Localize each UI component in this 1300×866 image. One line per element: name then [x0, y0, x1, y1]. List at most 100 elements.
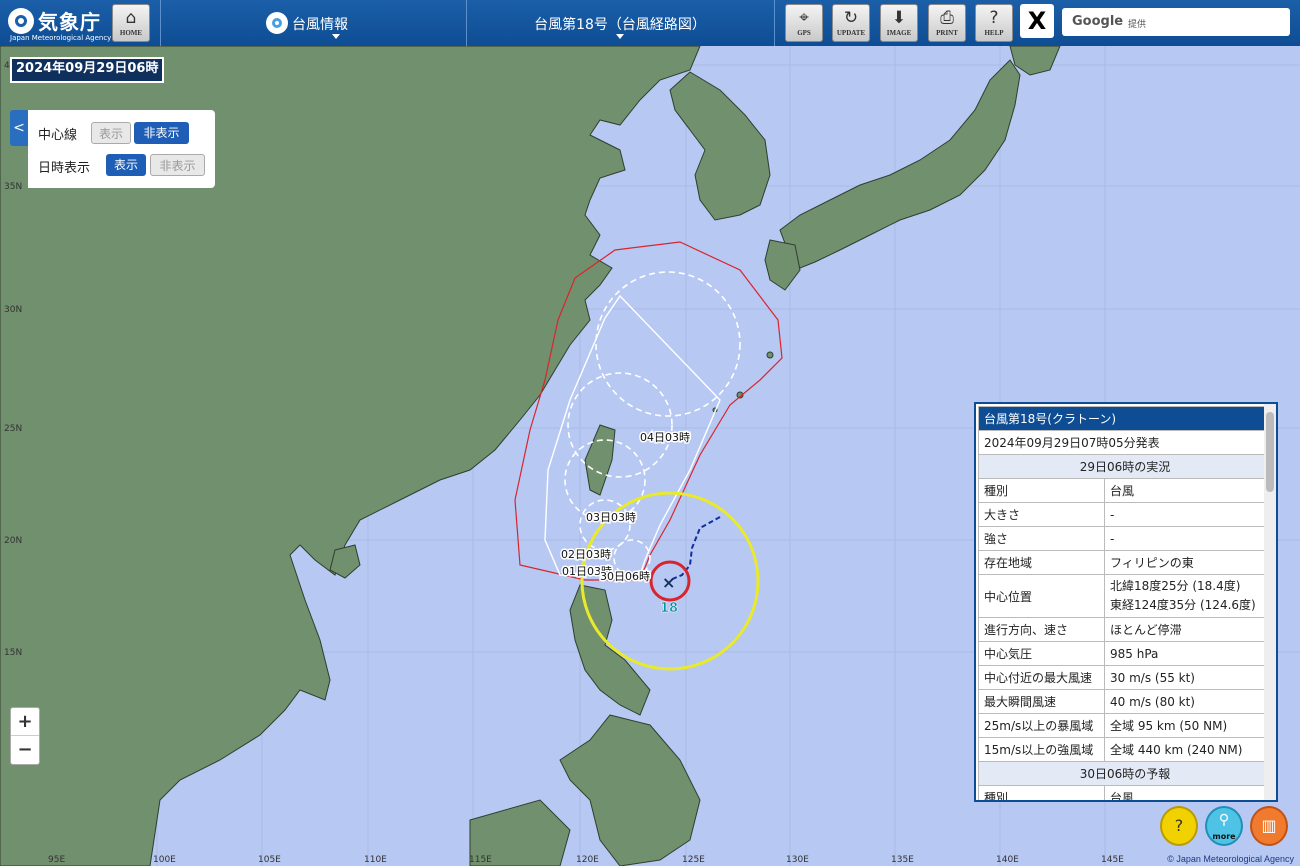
- forecast-time-label: 02日03時: [561, 548, 611, 561]
- info-row: 種別 台風: [978, 785, 1272, 800]
- info-row: 中心位置 北緯18度25分 (18.4度) 東経124度35分 (124.6度): [978, 574, 1272, 618]
- home-button[interactable]: ⌂ HOME: [112, 4, 150, 42]
- lon-label: 140E: [996, 855, 1019, 865]
- image-label: IMAGE: [886, 29, 912, 37]
- section-forecast: 30日06時の予報: [978, 761, 1272, 786]
- more-label: more: [1212, 832, 1236, 841]
- guide-button[interactable]: ?: [1160, 806, 1198, 846]
- forecast-time-label: 04日03時: [640, 431, 690, 444]
- print-button[interactable]: ⎙ PRINT: [928, 4, 966, 42]
- google-provided-label: 提供: [1128, 20, 1147, 30]
- typhoon-center-mark: ×: [662, 573, 675, 592]
- center-lon: 東経124度35分 (124.6度): [1110, 598, 1256, 612]
- typhoon-icon: [266, 12, 288, 34]
- chevron-left-icon: <: [13, 120, 25, 136]
- agency-name-jp: 気象庁: [38, 10, 101, 34]
- gps-button[interactable]: ⌖ GPS: [785, 4, 823, 42]
- typhoon-track-menu[interactable]: 台風第18号（台風経路図）: [470, 8, 770, 44]
- home-icon: ⌂: [125, 8, 137, 28]
- divider: [160, 0, 161, 46]
- lon-label: 120E: [576, 855, 599, 865]
- divider: [774, 0, 775, 46]
- agency-name-en: Japan Meteorological Agency: [10, 34, 112, 42]
- issued-time: 2024年09月29日07時05分発表: [978, 430, 1272, 455]
- center-line-show-button[interactable]: 表示: [91, 122, 131, 144]
- scrollbar-thumb[interactable]: [1266, 412, 1274, 492]
- collapse-panel-button[interactable]: <: [10, 110, 28, 146]
- info-row: 強さ -: [978, 526, 1272, 551]
- lon-label: 115E: [469, 855, 492, 865]
- zoom-control: + −: [10, 707, 40, 765]
- section-actual: 29日06時の実況: [978, 454, 1272, 479]
- info-row: 存在地域 フィリピンの東: [978, 550, 1272, 575]
- chevron-down-icon: [332, 34, 340, 39]
- ryukyu-island: [766, 351, 774, 359]
- home-label: HOME: [119, 29, 143, 37]
- lon-label: 125E: [682, 855, 705, 865]
- lon-label: 105E: [258, 855, 281, 865]
- info-scrollbar[interactable]: [1264, 404, 1276, 800]
- download-icon: ⬇: [891, 8, 907, 28]
- center-line-label: 中心線: [38, 128, 78, 143]
- lon-label: 95E: [48, 855, 65, 865]
- google-logo: Google: [1072, 14, 1124, 29]
- update-label: UPDATE: [836, 29, 866, 37]
- typhoon-info-label: 台風情報: [292, 17, 348, 33]
- lat-label: 15N: [4, 648, 22, 658]
- more-button[interactable]: ⚲ more: [1205, 806, 1243, 846]
- forecast-time-label: 30日06時: [600, 570, 650, 583]
- info-row: 最大瞬間風速 40 m/s (80 kt): [978, 689, 1272, 714]
- question-icon: ?: [989, 8, 999, 28]
- lon-label: 100E: [153, 855, 176, 865]
- typhoon-number: 18: [660, 601, 678, 616]
- jma-logo[interactable]: 気象庁 Japan Meteorological Agency: [8, 4, 111, 42]
- datetime-hide-button[interactable]: 非表示: [150, 154, 205, 176]
- center-line-hide-button[interactable]: 非表示: [134, 122, 189, 144]
- manual-button[interactable]: ▥: [1250, 806, 1288, 846]
- typhoon-info-menu[interactable]: 台風情報: [262, 8, 372, 44]
- lat-label: 35N: [4, 182, 22, 192]
- forecast-time-label: 03日03時: [586, 511, 636, 524]
- lon-label: 110E: [364, 855, 387, 865]
- jma-logo-icon: [8, 8, 34, 34]
- center-lat: 北緯18度25分 (18.4度): [1110, 579, 1241, 593]
- typhoon-info-panel[interactable]: 台風第18号(クラトーン) 2024年09月29日07時05分発表 29日06時…: [974, 402, 1278, 802]
- info-row: 中心付近の最大風速 30 m/s (55 kt): [978, 665, 1272, 690]
- info-row: 中心気圧 985 hPa: [978, 641, 1272, 666]
- typhoon-title: 台風第18号(クラトーン): [978, 406, 1272, 431]
- help-button[interactable]: ? HELP: [975, 4, 1013, 42]
- update-button[interactable]: ↻ UPDATE: [832, 4, 870, 42]
- info-row: 種別 台風: [978, 478, 1272, 503]
- print-label: PRINT: [936, 29, 958, 37]
- lon-label: 145E: [1101, 855, 1124, 865]
- lon-label: 135E: [891, 855, 914, 865]
- help-label: HELP: [984, 29, 1004, 37]
- magnifier-icon: ⚲: [1218, 812, 1230, 828]
- zoom-out-button[interactable]: −: [11, 735, 39, 763]
- info-row: 進行方向、速さ ほとんど停滞: [978, 617, 1272, 642]
- image-button[interactable]: ⬇ IMAGE: [880, 4, 918, 42]
- printer-icon: ⎙: [940, 8, 954, 28]
- datetime-show-button[interactable]: 表示: [106, 154, 146, 176]
- book-icon: ▥: [1261, 816, 1277, 835]
- datetime-label: 日時表示: [38, 161, 91, 176]
- zoom-in-button[interactable]: +: [11, 708, 39, 735]
- google-translate-box[interactable]: Google 提供: [1062, 8, 1290, 36]
- refresh-icon: ↻: [843, 8, 859, 28]
- lon-label: 130E: [786, 855, 809, 865]
- x-logo-icon: X: [1027, 7, 1047, 35]
- info-row: 大きさ -: [978, 502, 1272, 527]
- chevron-down-icon: [616, 34, 624, 39]
- person-help-icon: ?: [1174, 816, 1184, 835]
- display-options-panel: 中心線 表示 非表示 日時表示 表示 非表示: [28, 110, 215, 188]
- x-share-button[interactable]: X: [1020, 4, 1054, 38]
- divider: [466, 0, 467, 46]
- header: 気象庁 Japan Meteorological Agency ⌂ HOME 台…: [0, 0, 1300, 46]
- info-row: 15m/s以上の強風域 全域 440 km (240 NM): [978, 737, 1272, 762]
- info-row: 25m/s以上の暴風域 全域 95 km (50 NM): [978, 713, 1272, 738]
- typhoon-track-label: 台風第18号（台風経路図）: [534, 17, 706, 33]
- copyright: © Japan Meteorological Agency: [1167, 854, 1294, 864]
- datetime-display: 2024年09月29日06時: [10, 57, 165, 83]
- gps-label: GPS: [797, 29, 811, 37]
- lat-label: 30N: [4, 305, 22, 315]
